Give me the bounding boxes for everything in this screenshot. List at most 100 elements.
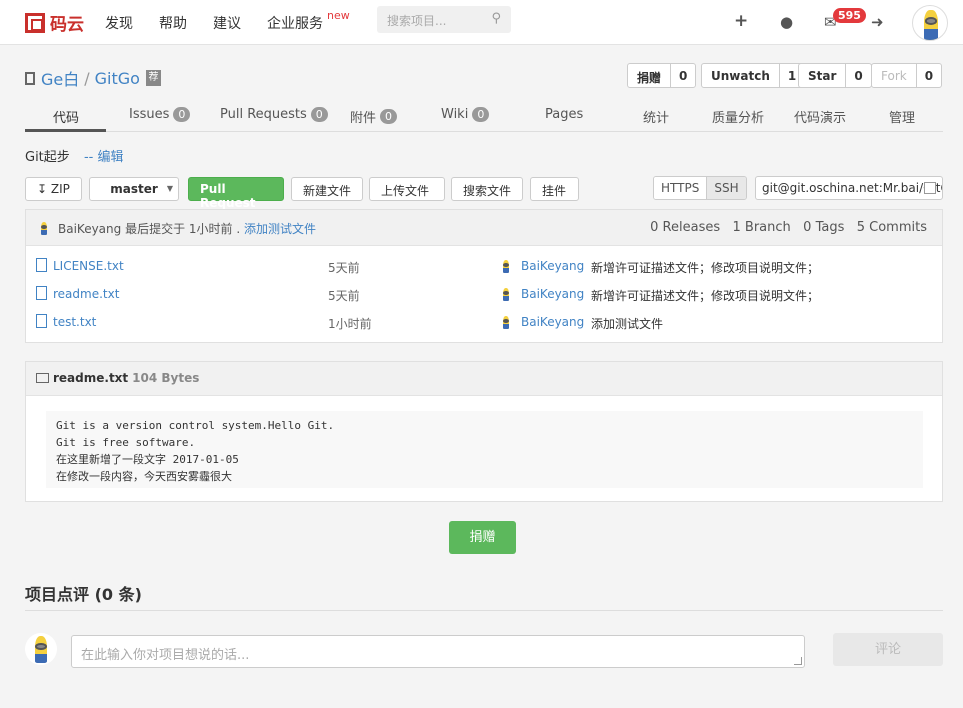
ssh-button[interactable]: SSH <box>706 177 746 199</box>
repo-icon <box>25 71 35 85</box>
download-icon: ↧ <box>37 182 51 196</box>
file-author[interactable]: BaiKeyang <box>521 315 584 329</box>
unwatch-action[interactable]: Unwatch 1 <box>701 63 806 88</box>
file-author[interactable]: BaiKeyang <box>521 259 584 273</box>
file-name[interactable]: LICENSE.txt <box>53 259 124 273</box>
clone-url-text: git@git.oschina.net:Mr.bai/GitGo.git <box>762 181 942 195</box>
file-commit-message[interactable]: 新增许可证描述文件；修改项目说明文件； <box>591 259 819 276</box>
logo-text: 码云 <box>50 15 84 35</box>
tab-pr-label: Pull Requests <box>220 107 307 122</box>
file-name[interactable]: readme.txt <box>53 287 119 301</box>
latest-commit-author[interactable]: BaiKeyang <box>58 222 121 236</box>
star-action[interactable]: Star 0 <box>798 63 872 88</box>
readme-line: Git is free software. <box>56 436 196 449</box>
donate-label[interactable]: 捐赠 <box>628 64 672 87</box>
review-title: 项目点评 (0 条) <box>25 585 142 604</box>
tab-attachments[interactable]: 附件 0 <box>350 107 398 126</box>
clone-url-input[interactable]: git@git.oschina.net:Mr.bai/GitGo.git <box>755 176 943 200</box>
tab-wiki-count: 0 <box>472 107 490 122</box>
description-text: Git起步 <box>25 150 70 165</box>
file-author-avatar <box>498 314 514 330</box>
tab-manage[interactable]: 管理 <box>889 107 915 126</box>
tab-demo-label: 代码演示 <box>794 111 847 126</box>
copy-icon[interactable] <box>924 182 936 194</box>
plus-icon[interactable]: + <box>734 11 748 31</box>
recommend-badge: 荐 <box>145 70 161 86</box>
chevron-down-icon: ▼ <box>166 184 173 193</box>
file-commit-message[interactable]: 添加测试文件 <box>591 315 663 332</box>
file-author[interactable]: BaiKeyang <box>521 287 584 301</box>
search-input[interactable]: 搜索项目... ⚲ <box>377 6 511 33</box>
file-icon <box>36 314 47 328</box>
comment-submit-button[interactable]: 评论 <box>833 633 943 666</box>
resize-handle[interactable] <box>794 657 802 665</box>
tab-quality[interactable]: 质量分析 <box>712 107 764 126</box>
tab-issues-label: Issues <box>129 107 170 122</box>
tab-attach-label: 附件 <box>350 111 377 126</box>
tab-code[interactable]: 代码 <box>53 107 79 126</box>
fork-count: 0 <box>924 69 934 83</box>
file-time: 5天前 <box>328 261 360 275</box>
top-navbar: 码云 发现 帮助 建议 企业服务 new 搜索项目... ⚲ + ● ✉ 595… <box>0 0 963 45</box>
nav-enterprise[interactable]: 企业服务 <box>267 13 323 33</box>
table-row: LICENSE.txt 5天前 BaiKeyang 新增许可证描述文件；修改项目… <box>26 255 942 279</box>
nav-suggest[interactable]: 建议 <box>213 13 241 33</box>
search-icon[interactable]: ⚲ <box>491 11 501 26</box>
new-file-button[interactable]: 新建文件 <box>291 177 363 201</box>
unwatch-label[interactable]: Unwatch <box>702 64 780 87</box>
file-commit-message[interactable]: 新增许可证描述文件；修改项目说明文件； <box>591 287 819 304</box>
file-name[interactable]: test.txt <box>53 315 96 329</box>
fork-label[interactable]: Fork <box>872 64 917 87</box>
repo-sep: / <box>84 68 90 88</box>
nav-discover[interactable]: 发现 <box>105 13 133 33</box>
donate-action[interactable]: 捐赠 0 <box>627 63 697 88</box>
file-author-avatar <box>498 286 514 302</box>
repo-owner[interactable]: Ge白 <box>41 66 79 90</box>
https-button[interactable]: HTTPS <box>654 177 707 199</box>
repo-name[interactable]: GitGo <box>95 69 140 88</box>
readme-title: readme.txt 104 Bytes <box>53 371 199 385</box>
zip-download-button[interactable]: ↧ ZIP <box>25 177 82 201</box>
upload-file-button[interactable]: 上传文件 <box>369 177 445 201</box>
search-file-button[interactable]: 搜索文件 <box>451 177 523 201</box>
table-row: test.txt 1小时前 BaiKeyang 添加测试文件 <box>26 311 942 335</box>
tab-stats-label: 统计 <box>643 111 670 126</box>
nav-help[interactable]: 帮助 <box>159 13 187 33</box>
pull-request-button[interactable]: Pull Request <box>188 177 284 210</box>
fork-action[interactable]: Fork 0 <box>871 63 943 88</box>
repo-description: Git起步 -- 编辑 <box>25 146 123 165</box>
tab-wiki-label: Wiki <box>441 107 469 122</box>
repo-stats[interactable]: 0 Releases 1 Branch 0 Tags 5 Commits <box>650 220 927 235</box>
new-badge: new <box>327 9 350 22</box>
tab-issues[interactable]: Issues 0 <box>129 107 191 122</box>
table-row: readme.txt 5天前 BaiKeyang 新增许可证描述文件；修改项目说… <box>26 283 942 307</box>
tab-demo[interactable]: 代码演示 <box>794 107 846 126</box>
branch-select[interactable]: master ▼ <box>89 177 179 201</box>
book-icon <box>36 373 49 383</box>
latest-commit-message[interactable]: 添加测试文件 <box>244 222 316 236</box>
tab-pages-label: Pages <box>545 107 584 122</box>
user-icon[interactable]: ● <box>780 13 793 31</box>
search-placeholder: 搜索项目... <box>387 14 447 28</box>
file-icon <box>36 258 47 272</box>
comment-textarea[interactable]: 在此输入你对项目想说的话... <box>71 635 805 668</box>
star-count: 0 <box>854 69 863 83</box>
widget-button[interactable]: 挂件 <box>530 177 579 201</box>
logout-icon[interactable]: ➜ <box>871 13 884 31</box>
active-tab-indicator <box>25 129 106 132</box>
divider <box>25 610 943 611</box>
edit-description-link[interactable]: -- 编辑 <box>84 150 124 165</box>
tab-wiki[interactable]: Wiki 0 <box>441 107 490 122</box>
site-logo[interactable]: 码云 <box>25 10 84 35</box>
user-avatar[interactable] <box>912 5 948 41</box>
star-label[interactable]: Star <box>799 64 847 87</box>
repo-tabs: 代码 Issues 0 Pull Requests 0 附件 0 Wiki 0 Page… <box>25 101 943 132</box>
donate-button[interactable]: 捐赠 <box>449 521 516 554</box>
tab-pr-count: 0 <box>310 107 328 122</box>
readme-size: 104 Bytes <box>132 371 200 385</box>
tab-pull-requests[interactable]: Pull Requests 0 <box>220 107 328 122</box>
protocol-toggle: HTTPS SSH <box>653 176 747 200</box>
latest-commit-info: BaiKeyang 最后提交于 1小时前 . 添加测试文件 <box>58 220 316 237</box>
tab-pages[interactable]: Pages <box>545 107 583 122</box>
tab-stats[interactable]: 统计 <box>643 107 669 126</box>
